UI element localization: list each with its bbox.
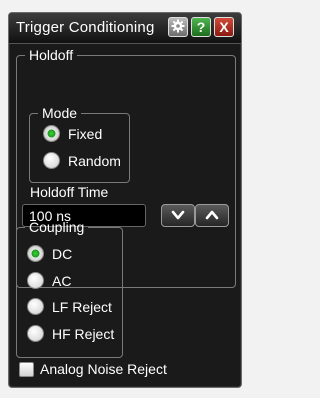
mode-option-label: Random	[68, 152, 121, 169]
mode-group: Mode	[29, 105, 130, 183]
analog-noise-reject-option[interactable]: Analog Noise Reject	[19, 361, 167, 377]
settings-button[interactable]	[168, 17, 188, 37]
coupling-option-label: HF Reject	[52, 325, 115, 342]
analog-noise-reject-label: Analog Noise Reject	[40, 361, 167, 377]
title-bar[interactable]: Trigger Conditioning ? X	[9, 13, 241, 44]
analog-noise-reject-checkbox[interactable]	[19, 361, 34, 377]
radio-button[interactable]	[27, 325, 44, 342]
radio-button-selected[interactable]	[43, 125, 60, 142]
mode-option-fixed[interactable]: Fixed	[43, 125, 102, 142]
coupling-option-dc[interactable]: DC	[27, 245, 72, 262]
dialog-title: Trigger Conditioning	[16, 19, 155, 36]
holdoff-group-label: Holdoff	[29, 47, 74, 63]
coupling-option-hf-reject[interactable]: HF Reject	[27, 325, 114, 342]
mode-option-random[interactable]: Random	[43, 152, 121, 169]
coupling-option-ac[interactable]: AC	[27, 272, 71, 289]
radio-button-selected[interactable]	[27, 245, 44, 262]
increase-button[interactable]	[195, 204, 229, 227]
coupling-option-label: DC	[52, 245, 73, 262]
mode-group-label: Mode	[42, 105, 78, 121]
chevron-down-icon	[171, 207, 185, 225]
coupling-option-label: LF Reject	[52, 298, 112, 315]
help-icon: ?	[196, 19, 206, 35]
holdoff-time-label: Holdoff Time	[30, 184, 109, 200]
help-button[interactable]: ?	[191, 17, 211, 37]
mode-option-label: Fixed	[68, 125, 103, 142]
coupling-option-label: AC	[52, 272, 72, 289]
coupling-option-lf-reject[interactable]: LF Reject	[27, 298, 112, 315]
decrease-button[interactable]	[161, 204, 195, 227]
close-button[interactable]: X	[214, 17, 234, 37]
coupling-group-label: Coupling	[29, 219, 85, 235]
chevron-up-icon	[205, 207, 219, 225]
radio-button[interactable]	[27, 272, 44, 289]
radio-button[interactable]	[27, 298, 44, 315]
radio-button[interactable]	[43, 152, 60, 169]
trigger-conditioning-dialog: Trigger Conditioning ? X Holdoff Mode Fi…	[8, 12, 242, 388]
close-icon: X	[219, 19, 229, 35]
gear-icon	[171, 19, 185, 36]
